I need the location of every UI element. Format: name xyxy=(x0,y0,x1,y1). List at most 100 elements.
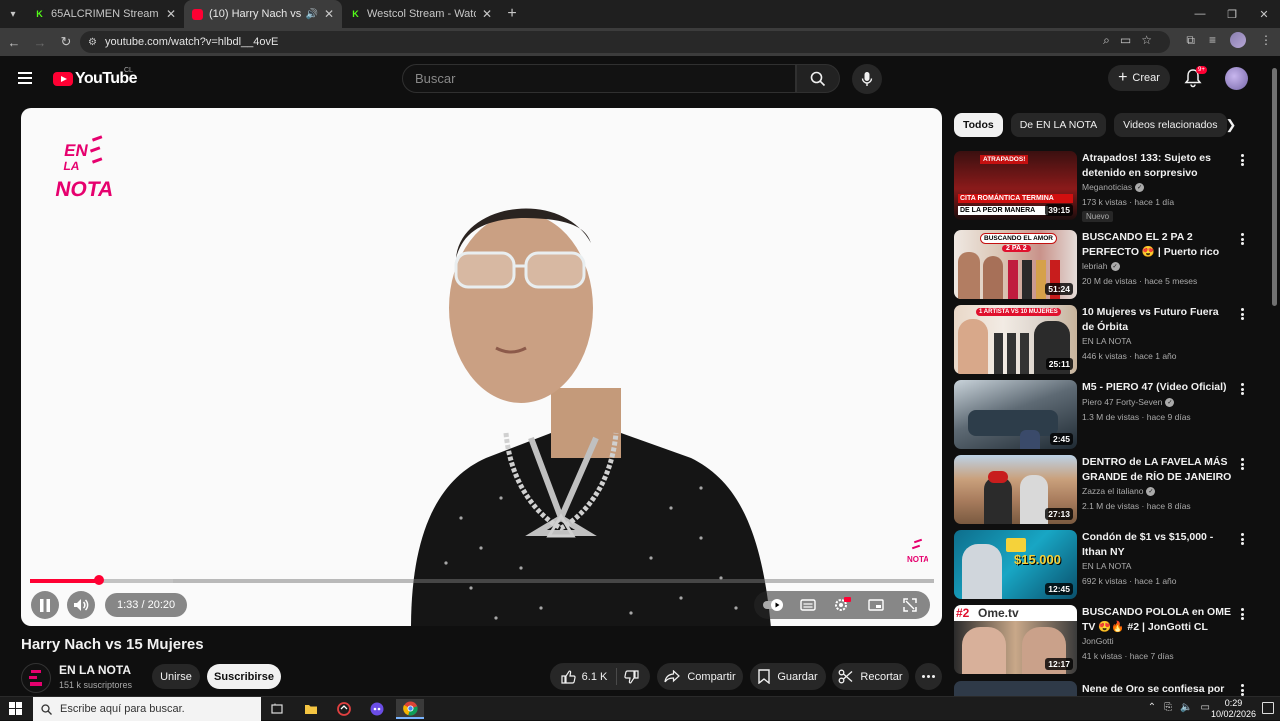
battery-icon[interactable]: ▭ xyxy=(1201,702,1210,713)
pause-button[interactable] xyxy=(31,591,59,619)
recommendation-item[interactable]: 1 ARTISTA VS 10 MUJERES 25:11 10 Mujeres… xyxy=(954,305,1254,375)
reading-list-icon[interactable]: ≡ xyxy=(1209,33,1216,47)
youtube-logo[interactable]: YouTube CL xyxy=(53,67,137,88)
app-icon-red[interactable] xyxy=(330,699,358,719)
rec-menu-button[interactable] xyxy=(1238,307,1246,321)
rec-menu-button[interactable] xyxy=(1238,382,1246,396)
thumbnail[interactable]: $15.000 12:45 xyxy=(954,530,1077,599)
tab-kick-westcol[interactable]: K Westcol Stream - Watch Live o ✕ xyxy=(342,0,500,28)
chip-todos[interactable]: Todos xyxy=(954,113,1003,137)
rec-menu-button[interactable] xyxy=(1238,607,1246,621)
reload-button[interactable]: ↻ xyxy=(54,30,78,54)
chip-from-channel[interactable]: De EN LA NOTA xyxy=(1010,113,1107,137)
rec-title[interactable]: Atrapados! 133: Sujeto es detenido en so… xyxy=(1082,151,1232,180)
network-icon[interactable]: ⎘ xyxy=(1164,702,1172,713)
thumbnail[interactable]: 2:45 xyxy=(954,380,1077,449)
rec-menu-button[interactable] xyxy=(1238,153,1246,167)
audio-playing-icon[interactable]: 🔊 xyxy=(305,9,317,20)
video-player[interactable]: EN LA NOTA NOTA 1:33 / 20:20 xyxy=(21,108,942,626)
channel-name[interactable]: EN LA NOTA xyxy=(59,663,131,677)
thumbnail[interactable]: 27:13 xyxy=(954,455,1077,524)
rec-title[interactable]: M5 - PIERO 47 (Video Oficial) xyxy=(1082,380,1232,395)
tab-youtube-harry-nach[interactable]: (10) Harry Nach vs 15 Mujer 🔊 ✕ xyxy=(184,0,342,28)
more-actions-button[interactable] xyxy=(915,663,942,690)
join-button[interactable]: Unirse xyxy=(152,664,200,689)
rec-channel[interactable]: lebriah ✓ xyxy=(1082,261,1120,271)
rec-menu-button[interactable] xyxy=(1238,457,1246,471)
search-button[interactable] xyxy=(796,64,840,93)
clip-button[interactable]: Recortar xyxy=(832,663,909,690)
autoplay-toggle[interactable] xyxy=(760,591,788,619)
thumbnail[interactable]: #2 Ome.tv 12:17 xyxy=(954,605,1077,674)
seek-bar[interactable] xyxy=(30,575,934,585)
account-avatar[interactable] xyxy=(1225,67,1248,90)
cast-icon[interactable]: ▭ xyxy=(1120,33,1131,48)
rec-title[interactable]: DENTRO de LA FAVELA MÁS GRANDE de RÍO DE… xyxy=(1082,455,1232,484)
dislike-button[interactable] xyxy=(624,669,639,684)
tab-search-menu[interactable]: ▾ xyxy=(0,0,26,28)
thumbnail[interactable] xyxy=(954,681,1077,696)
guide-menu-icon[interactable] xyxy=(18,72,32,84)
tray-chevron-icon[interactable]: ⌃ xyxy=(1148,702,1156,713)
task-view-icon[interactable] xyxy=(263,699,291,719)
notification-center-icon[interactable] xyxy=(1262,702,1274,714)
rec-title[interactable]: BUSCANDO POLOLA en OME TV 😍🔥 #2 | JonGot… xyxy=(1082,605,1232,634)
bookmark-star-icon[interactable]: ☆ xyxy=(1141,33,1152,48)
minimize-icon[interactable]: — xyxy=(1184,0,1216,28)
recommendation-item[interactable]: Nene de Oro se confiesa por xyxy=(954,681,1254,696)
rec-channel[interactable]: EN LA NOTA xyxy=(1082,336,1131,346)
thumbnail[interactable]: ATRAPADOS! CITA ROMÁNTICA TERMINA DE LA … xyxy=(954,151,1077,220)
extensions-icon[interactable]: ⧉ xyxy=(1186,33,1195,48)
restore-icon[interactable]: ❐ xyxy=(1216,0,1248,28)
chips-next-button[interactable]: ❯ xyxy=(1222,116,1240,134)
voice-search-button[interactable] xyxy=(852,64,882,94)
file-explorer-icon[interactable] xyxy=(297,699,325,719)
windows-start-icon[interactable] xyxy=(9,702,22,715)
recommendation-item[interactable]: BUSCANDO EL AMOR 2 PA 2 51:24 BUSCANDO E… xyxy=(954,230,1254,300)
subtitles-button[interactable] xyxy=(794,591,822,619)
rec-channel[interactable]: Piero 47 Forty-Seven ✓ xyxy=(1082,397,1175,407)
tab-close-icon[interactable]: ✕ xyxy=(324,7,334,21)
thumbnail[interactable]: BUSCANDO EL AMOR 2 PA 2 51:24 xyxy=(954,230,1077,299)
settings-button[interactable] xyxy=(828,591,856,619)
browser-menu-icon[interactable]: ⋮ xyxy=(1260,33,1272,47)
rec-channel[interactable]: EN LA NOTA xyxy=(1082,561,1131,571)
share-button[interactable]: Compartir xyxy=(657,663,743,690)
rec-menu-button[interactable] xyxy=(1238,683,1246,696)
create-button[interactable]: + Crear xyxy=(1108,65,1170,91)
seek-handle[interactable] xyxy=(93,575,104,585)
browser-profile-avatar[interactable] xyxy=(1230,32,1246,48)
miniplayer-button[interactable] xyxy=(862,591,890,619)
rec-title[interactable]: Nene de Oro se confiesa por xyxy=(1082,682,1232,696)
recommendation-item[interactable]: #2 Ome.tv 12:17 BUSCANDO POLOLA en OME T… xyxy=(954,605,1254,675)
address-bar[interactable]: ⚙ youtube.com/watch?v=hlbdl__4ovE xyxy=(80,31,1170,53)
chip-related-videos[interactable]: Videos relacionados xyxy=(1114,113,1227,137)
recommendation-item[interactable]: $15.000 12:45 Condón de $1 vs $15,000 - … xyxy=(954,530,1254,600)
back-button[interactable]: ← xyxy=(2,30,26,54)
rec-channel[interactable]: JonGotti xyxy=(1082,636,1114,646)
tab-close-icon[interactable]: ✕ xyxy=(482,7,492,21)
volume-tray-icon[interactable]: 🔈 xyxy=(1180,702,1192,713)
recommendation-item[interactable]: 27:13 DENTRO de LA FAVELA MÁS GRANDE de … xyxy=(954,455,1254,525)
tab-kick-65alcrimen[interactable]: K 65ALCRIMEN Stream - Kick Da ✕ xyxy=(26,0,184,28)
tab-close-icon[interactable]: ✕ xyxy=(166,7,176,21)
rec-title[interactable]: 10 Mujeres vs Futuro Fuera de Órbita xyxy=(1082,305,1232,334)
rec-menu-button[interactable] xyxy=(1238,532,1246,546)
forward-button[interactable]: → xyxy=(28,30,52,54)
recommendation-item[interactable]: 2:45 M5 - PIERO 47 (Video Oficial) Piero… xyxy=(954,380,1254,450)
new-tab-button[interactable]: + xyxy=(500,5,524,23)
close-window-icon[interactable]: ✕ xyxy=(1248,0,1280,28)
site-info-icon[interactable]: ⚙ xyxy=(88,37,97,48)
taskbar-search-box[interactable]: Escribe aquí para buscar. xyxy=(33,697,261,721)
taskbar-clock[interactable]: 0:29 10/02/2026 xyxy=(1211,698,1256,720)
recommendation-item[interactable]: ATRAPADOS! CITA ROMÁNTICA TERMINA DE LA … xyxy=(954,151,1254,222)
fullscreen-button[interactable] xyxy=(896,591,924,619)
rec-title[interactable]: Condón de $1 vs $15,000 - Ithan NY xyxy=(1082,530,1232,559)
rec-title[interactable]: BUSCANDO EL 2 PA 2 PERFECTO 😍 | Puerto r… xyxy=(1082,230,1232,259)
channel-avatar[interactable] xyxy=(21,663,51,693)
thumbnail[interactable]: 1 ARTISTA VS 10 MUJERES 25:11 xyxy=(954,305,1077,374)
subscribe-button[interactable]: Suscribirse xyxy=(207,664,281,689)
save-button[interactable]: Guardar xyxy=(750,663,826,690)
page-scrollbar[interactable] xyxy=(1272,68,1277,306)
volume-button[interactable] xyxy=(67,591,95,619)
